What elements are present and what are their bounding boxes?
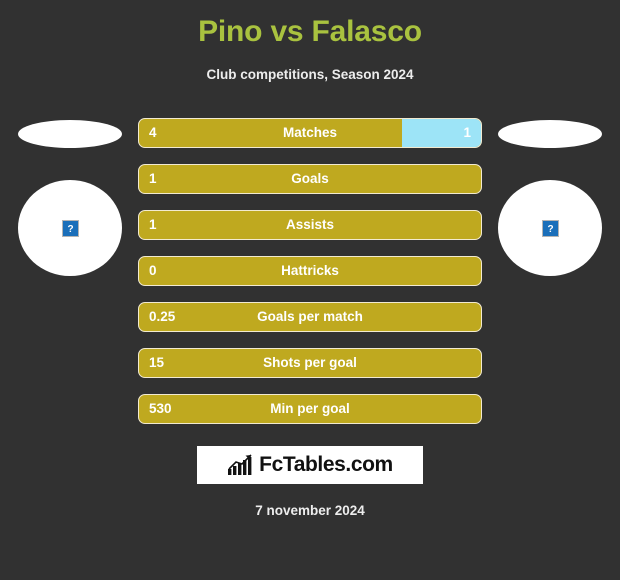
header: Pino vs Falasco Club competitions, Seaso… <box>0 0 620 84</box>
stat-row: 4 Matches 1 <box>138 118 482 148</box>
broken-image-icon: ? <box>61 219 79 237</box>
page-subtitle: Club competitions, Season 2024 <box>206 67 414 82</box>
stats-list: 4 Matches 1 1 Goals 1 Assists 0 Hattrick… <box>138 118 482 440</box>
svg-text:?: ? <box>547 224 553 234</box>
stat-label: Goals <box>291 171 329 186</box>
generated-date: 7 november 2024 <box>255 503 365 518</box>
page-title: Pino vs Falasco <box>198 15 422 48</box>
stat-label: Shots per goal <box>263 355 357 370</box>
home-club-logo <box>18 120 122 148</box>
comparison-panel: ? 4 Matches 1 1 Goals 1 Assists 0 Hattri… <box>0 118 620 428</box>
stat-row: 1 Assists <box>138 210 482 240</box>
stat-label: Min per goal <box>270 401 350 416</box>
home-player-avatar: ? <box>18 180 122 276</box>
away-player-panel: ? <box>482 118 618 278</box>
svg-text:?: ? <box>67 224 73 234</box>
stat-row: 0.25 Goals per match <box>138 302 482 332</box>
fctables-logo-text: FcTables.com <box>259 453 393 476</box>
away-player-avatar: ? <box>498 180 602 276</box>
stat-label: Hattricks <box>281 263 339 278</box>
home-player-panel: ? <box>2 118 138 278</box>
stat-row: 15 Shots per goal <box>138 348 482 378</box>
stat-away-value: 1 <box>463 125 471 140</box>
away-club-logo <box>498 120 602 148</box>
broken-image-icon: ? <box>541 219 559 237</box>
stat-row: 0 Hattricks <box>138 256 482 286</box>
bar-chart-trend-icon <box>228 454 252 475</box>
stat-row: 530 Min per goal <box>138 394 482 424</box>
stat-label: Matches <box>282 125 338 140</box>
stat-label: Goals per match <box>257 309 363 324</box>
stat-label: Assists <box>285 217 335 232</box>
fctables-logo[interactable]: FcTables.com <box>197 446 423 484</box>
stat-row: 1 Goals <box>138 164 482 194</box>
